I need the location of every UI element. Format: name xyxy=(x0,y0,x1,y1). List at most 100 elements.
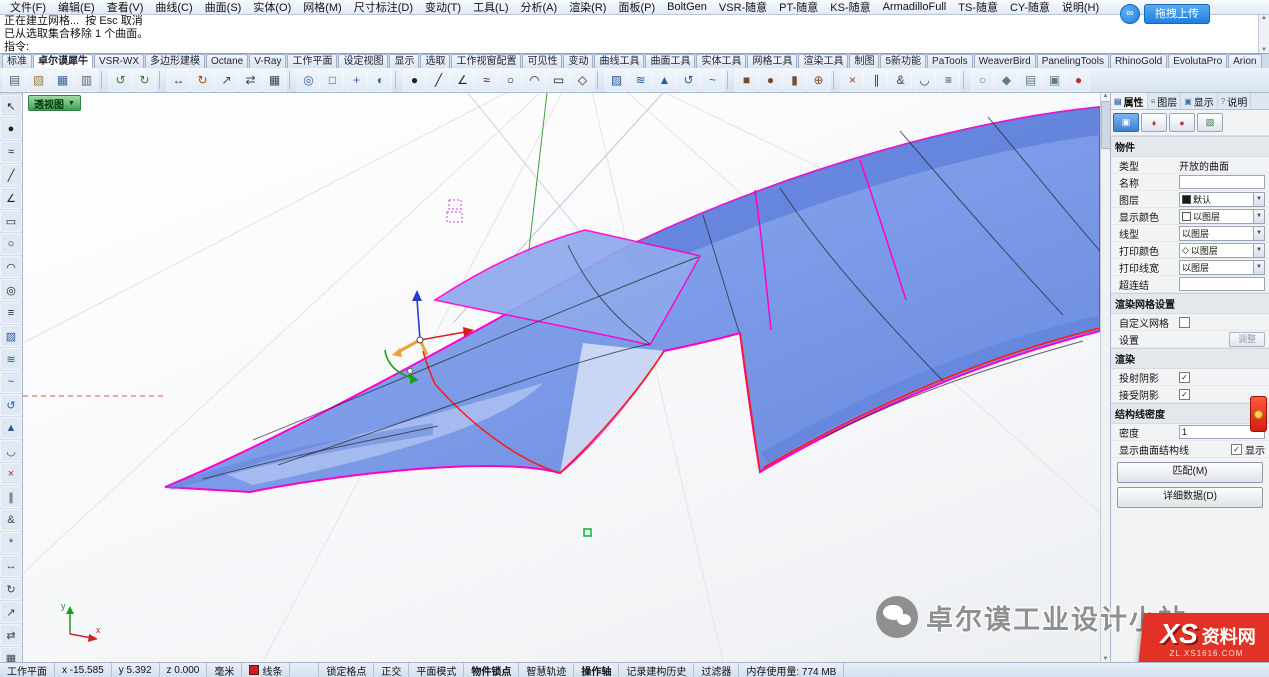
toolbar-tab[interactable]: 实体工具 xyxy=(696,54,746,68)
split-icon[interactable]: ∥ xyxy=(0,486,22,508)
layer-dropdown[interactable]: 默认 ▼ xyxy=(1179,192,1265,207)
toolbar-separator[interactable] xyxy=(395,71,400,89)
hide-object-icon[interactable]: ○ xyxy=(971,69,994,92)
trim-icon[interactable]: × xyxy=(0,463,22,485)
linetype-dropdown[interactable]: 以图层 ▼ xyxy=(1179,226,1265,241)
panel-tab[interactable]: ?说明 xyxy=(1218,93,1251,109)
mirror-icon[interactable]: ⇄ xyxy=(239,69,262,92)
line-icon[interactable]: ╱ xyxy=(0,164,22,186)
undo-icon[interactable]: ↺ xyxy=(109,69,132,92)
toolbar-tab[interactable]: WeaverBird xyxy=(974,54,1036,68)
point-icon[interactable]: ● xyxy=(403,69,426,92)
scrollbar-thumb[interactable] xyxy=(1101,101,1111,149)
hyperlink-input[interactable] xyxy=(1179,277,1265,291)
chevron-down-icon[interactable]: ▼ xyxy=(1253,227,1264,240)
fillet-icon[interactable]: ◡ xyxy=(913,69,936,92)
toolbar-separator[interactable] xyxy=(101,71,106,89)
toolbar-tab[interactable]: PaTools xyxy=(927,54,973,68)
edit-point[interactable] xyxy=(584,529,591,536)
arc-icon[interactable]: ◠ xyxy=(523,69,546,92)
boolean-union-icon[interactable]: ⊕ xyxy=(807,69,830,92)
loft-icon[interactable]: ≋ xyxy=(0,348,22,370)
toolbar-tab[interactable]: 标准 xyxy=(2,54,32,68)
move-icon[interactable]: ↔ xyxy=(0,555,22,577)
rotate-icon[interactable]: ↻ xyxy=(191,69,214,92)
toolbar-tab[interactable]: 制图 xyxy=(849,54,879,68)
ellipse-icon[interactable]: ◎ xyxy=(0,279,22,301)
display-color-dropdown[interactable]: 以图层 ▼ xyxy=(1179,209,1265,224)
status-toggle[interactable]: 锁定格点 xyxy=(319,663,374,677)
save-file-icon[interactable]: ▦ xyxy=(51,69,74,92)
adjust-button[interactable]: 调整 xyxy=(1229,332,1265,347)
sweep-icon[interactable]: ~ xyxy=(0,371,22,393)
chevron-down-icon[interactable]: ▼ xyxy=(1253,193,1264,206)
zoom-extents-icon[interactable]: ◎ xyxy=(297,69,320,92)
extrude-icon[interactable]: ▲ xyxy=(0,417,22,439)
toolbar-tab[interactable]: V-Ray xyxy=(249,54,286,68)
match-button[interactable]: 匹配(M) xyxy=(1117,462,1263,483)
line-icon[interactable]: ╱ xyxy=(427,69,450,92)
show-isocurves-checkbox[interactable]: ✓ xyxy=(1231,444,1242,455)
print-color-dropdown[interactable]: ◇以图层 ▼ xyxy=(1179,243,1265,258)
scale-icon[interactable]: ↗ xyxy=(0,601,22,623)
rotate-icon[interactable]: ↻ xyxy=(0,578,22,600)
cloud-upload-icon[interactable]: ∞ xyxy=(1120,4,1140,24)
circle-icon[interactable]: ○ xyxy=(0,233,22,255)
array-icon[interactable]: ▦ xyxy=(263,69,286,92)
scroll-up-icon[interactable]: ▲ xyxy=(1261,15,1267,21)
status-toggle[interactable]: 过滤器 xyxy=(694,663,739,677)
floating-badge[interactable] xyxy=(1250,396,1267,432)
panel-tab[interactable]: ▣显示 xyxy=(1181,93,1218,109)
toolbar-tab[interactable]: 选取 xyxy=(420,54,450,68)
polygon-icon[interactable]: ◇ xyxy=(571,69,594,92)
toolbar-tab[interactable]: Arion xyxy=(1228,54,1261,68)
viewport-scrollbar[interactable]: ▲ ▼ xyxy=(1100,93,1110,662)
scale-icon[interactable]: ↗ xyxy=(215,69,238,92)
menu-item[interactable]: KS-随意 xyxy=(824,0,876,15)
rotate-view-icon[interactable]: ◐ xyxy=(369,69,392,92)
print-icon[interactable]: ▥ xyxy=(75,69,98,92)
curve-icon[interactable]: ≈ xyxy=(0,141,22,163)
cylinder-icon[interactable]: ▮ xyxy=(783,69,806,92)
menu-item[interactable]: 变动(T) xyxy=(419,0,467,15)
toolbar-tab[interactable]: 卓尔谟犀牛 xyxy=(33,54,93,68)
viewport-perspective[interactable]: 透视图 ▼ xyxy=(23,93,1100,662)
layers-icon[interactable]: ▤ xyxy=(1019,69,1042,92)
menu-item[interactable]: 面板(P) xyxy=(612,0,661,15)
toolbar-tab[interactable]: 曲面工具 xyxy=(645,54,695,68)
viewport-title-tab[interactable]: 透视图 ▼ xyxy=(28,95,81,111)
arc-icon[interactable]: ◠ xyxy=(0,256,22,278)
zoom-window-icon[interactable]: □ xyxy=(321,69,344,92)
units-indicator[interactable]: 毫米 xyxy=(207,663,242,677)
open-file-icon[interactable]: ▧ xyxy=(27,69,50,92)
cplane-button[interactable]: 工作平面 xyxy=(0,663,55,677)
move-icon[interactable]: ↔ xyxy=(167,69,190,92)
toolbar-tab[interactable]: 渲染工具 xyxy=(798,54,848,68)
receive-shadows-checkbox[interactable]: ✓ xyxy=(1179,389,1190,400)
status-toggle[interactable]: 记录建构历史 xyxy=(619,663,694,677)
box-icon[interactable]: ■ xyxy=(735,69,758,92)
toolbar-tab[interactable]: RhinoGold xyxy=(1110,54,1167,68)
toolbar-tab[interactable]: 设定视图 xyxy=(338,54,388,68)
explode-icon[interactable]: * xyxy=(0,532,22,554)
command-prompt[interactable]: 指令: xyxy=(0,41,1269,54)
join-icon[interactable]: & xyxy=(0,509,22,531)
drag-upload-button[interactable]: 拖拽上传 xyxy=(1144,4,1210,24)
surface-icon[interactable]: ▨ xyxy=(0,325,22,347)
menu-item[interactable]: 说明(H) xyxy=(1056,0,1105,15)
toolbar-separator[interactable] xyxy=(727,71,732,89)
menu-item[interactable]: 查看(V) xyxy=(101,0,150,15)
join-icon[interactable]: & xyxy=(889,69,912,92)
details-button[interactable]: 详细数据(D) xyxy=(1117,487,1263,508)
status-toggle[interactable]: 物件锁点 xyxy=(464,663,519,677)
extrude-icon[interactable]: ▲ xyxy=(653,69,676,92)
new-file-icon[interactable]: ▤ xyxy=(3,69,26,92)
surface-icon[interactable]: ▨ xyxy=(605,69,628,92)
curve-icon[interactable]: ≈ xyxy=(475,69,498,92)
status-toggle[interactable]: 正交 xyxy=(374,663,409,677)
menu-item[interactable]: 曲面(S) xyxy=(199,0,248,15)
toolbar-tab[interactable]: 变动 xyxy=(563,54,593,68)
menu-item[interactable]: VSR-随意 xyxy=(713,0,773,15)
sweep-icon[interactable]: ~ xyxy=(701,69,724,92)
toolbar-separator[interactable] xyxy=(597,71,602,89)
